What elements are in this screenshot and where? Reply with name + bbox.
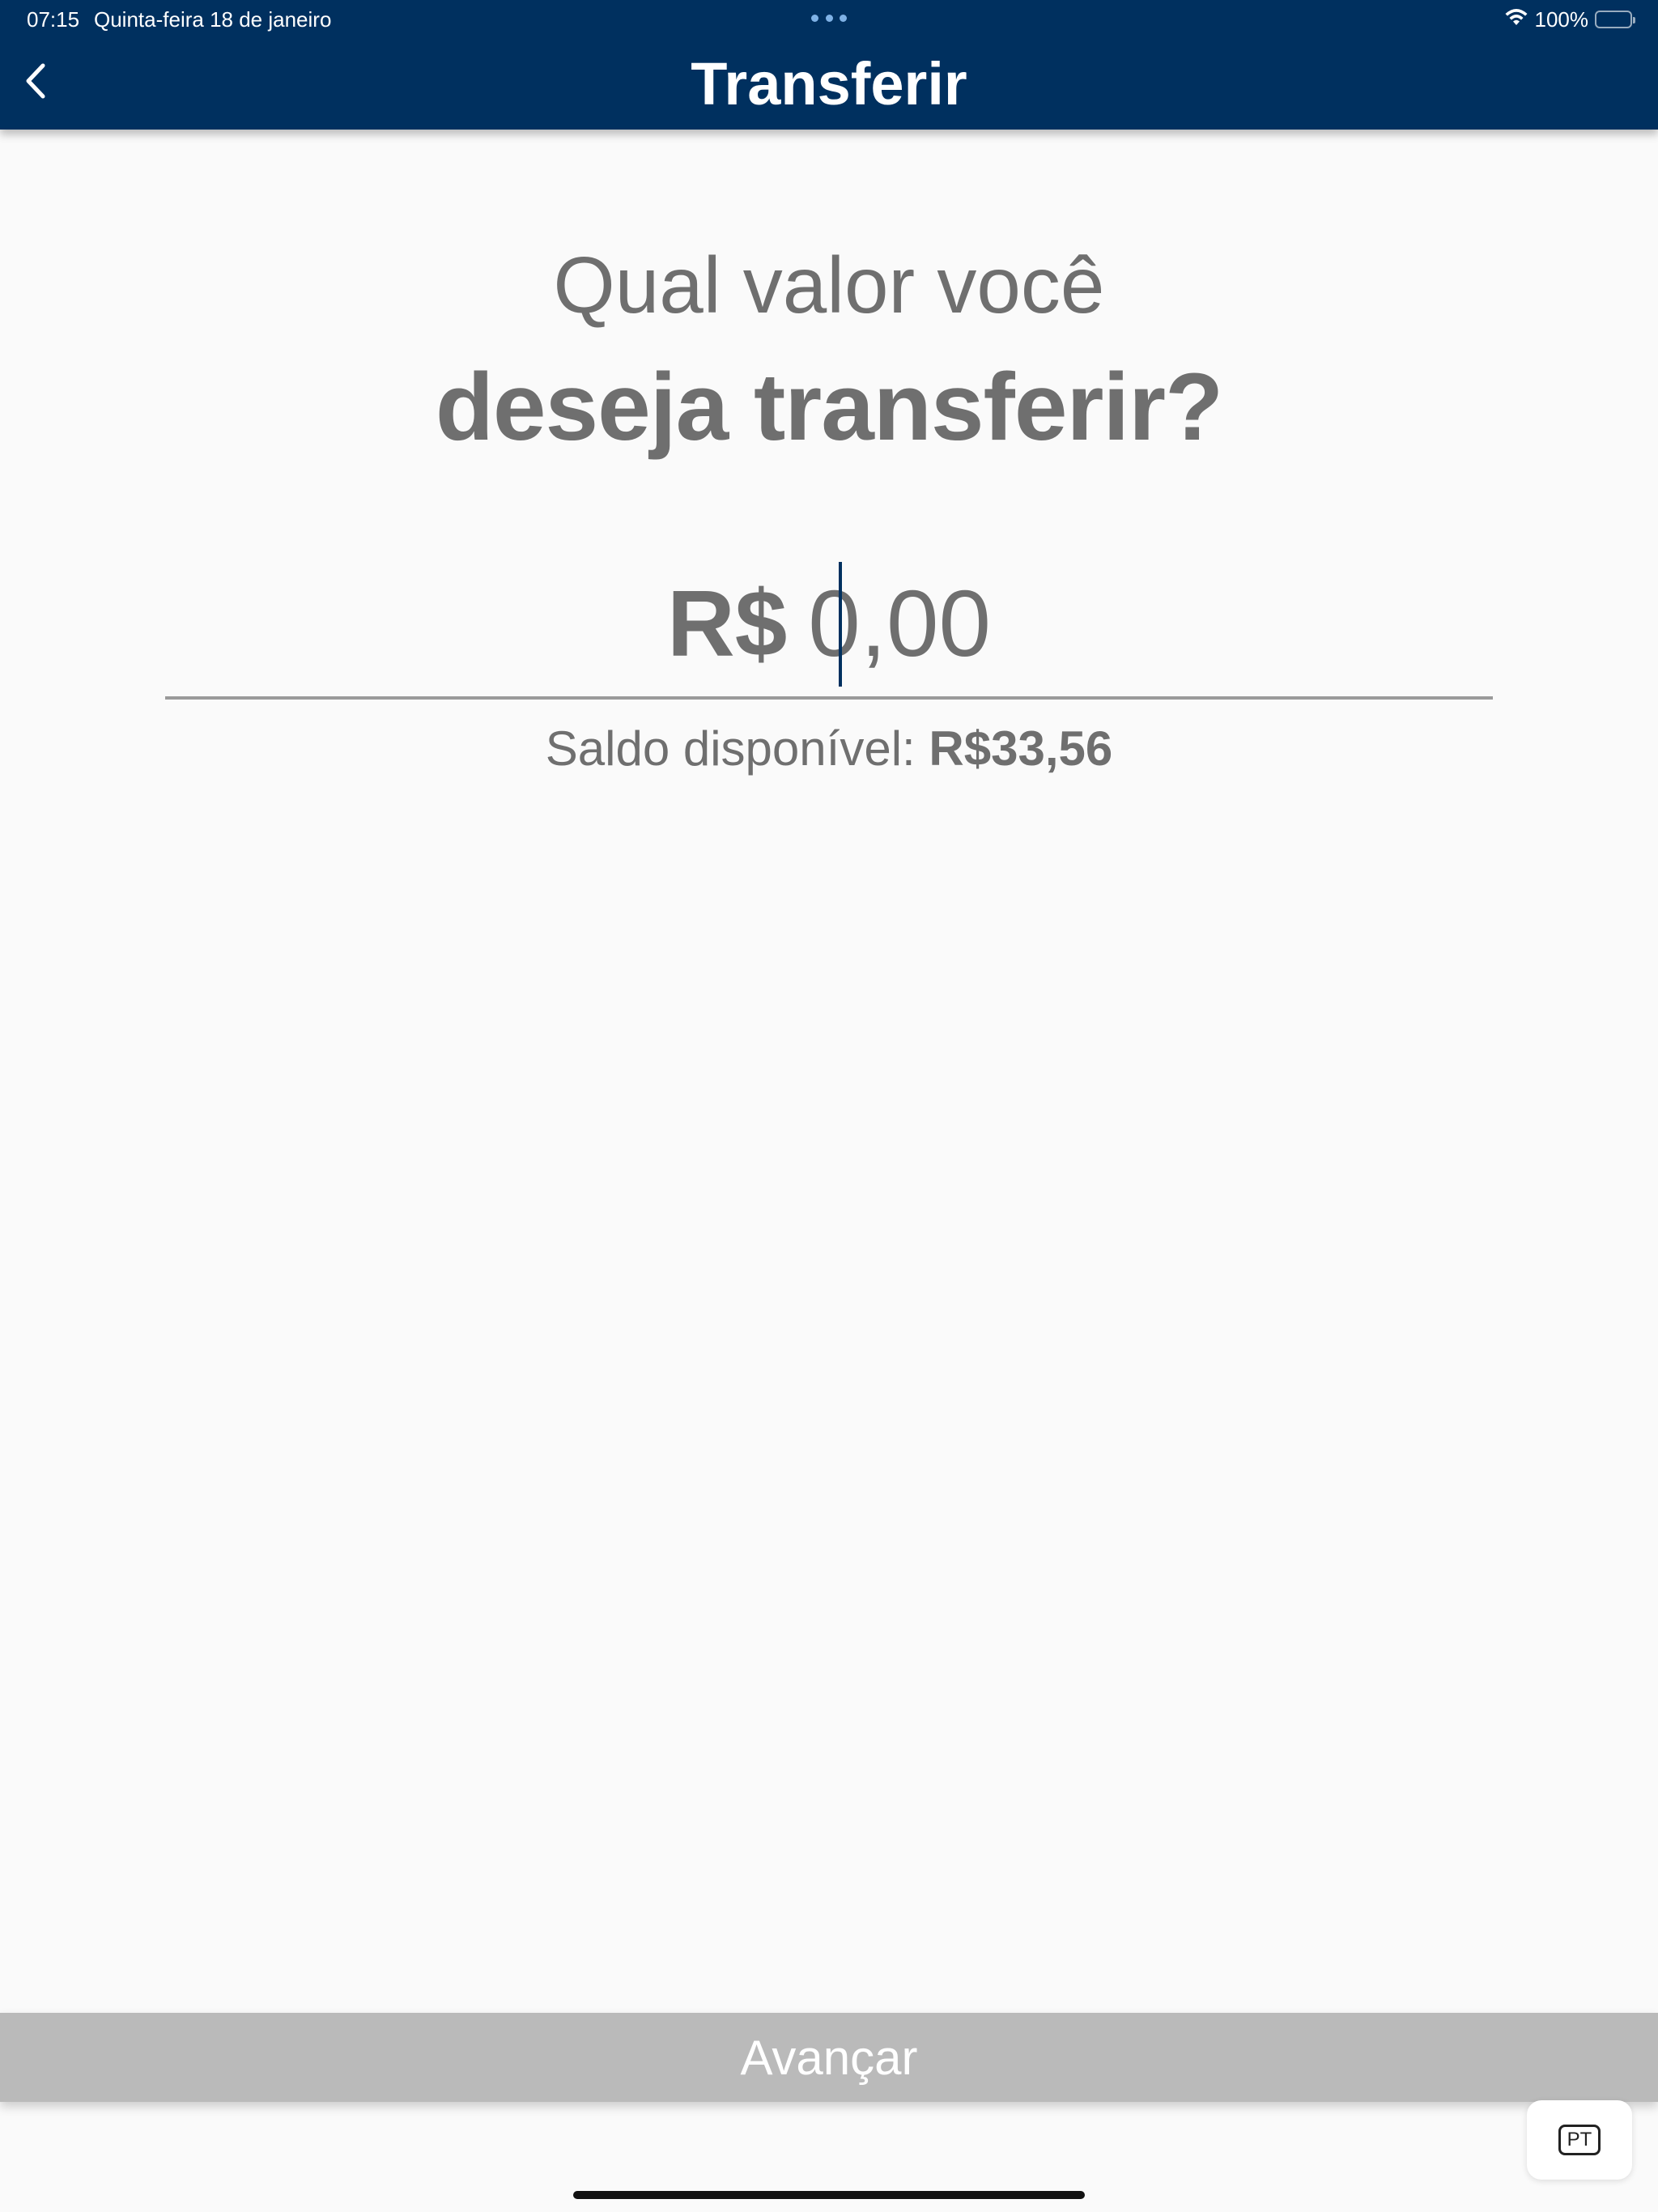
wifi-icon [1504, 7, 1528, 32]
page-title: Transferir [691, 50, 967, 117]
multitasking-dots-icon[interactable] [811, 15, 847, 23]
home-indicator[interactable] [573, 2191, 1085, 2199]
balance-value: R$33,56 [929, 721, 1113, 776]
advance-button[interactable]: Avançar [0, 2013, 1658, 2102]
balance-label: Saldo disponível: [545, 721, 929, 776]
status-time: 07:15 [27, 7, 80, 32]
text-caret [839, 562, 843, 687]
prompt-line-2: deseja transferir? [435, 354, 1223, 461]
amount-display: R$ 0,00 [666, 562, 992, 687]
amount-input[interactable]: R$ 0,00 [165, 551, 1493, 700]
screen: 07:15 Quinta-feira 18 de janeiro 100% Tr… [0, 0, 1658, 2212]
prompt-line-1: Qual valor você [553, 240, 1105, 330]
amount-value-wrap: 0,00 [808, 562, 992, 687]
battery-icon [1595, 11, 1635, 28]
keyboard-language-button[interactable]: PT [1527, 2100, 1632, 2180]
available-balance: Saldo disponível: R$33,56 [0, 721, 1658, 777]
status-right: 100% [1504, 6, 1635, 32]
top-bar: 07:15 Quinta-feira 18 de janeiro 100% Tr… [0, 0, 1658, 130]
status-date: Quinta-feira 18 de janeiro [94, 7, 332, 32]
amount-currency: R$ [666, 571, 788, 676]
amount-value: 0,00 [808, 571, 992, 676]
keyboard-language-label: PT [1558, 2125, 1601, 2155]
battery-percent: 100% [1534, 6, 1589, 32]
